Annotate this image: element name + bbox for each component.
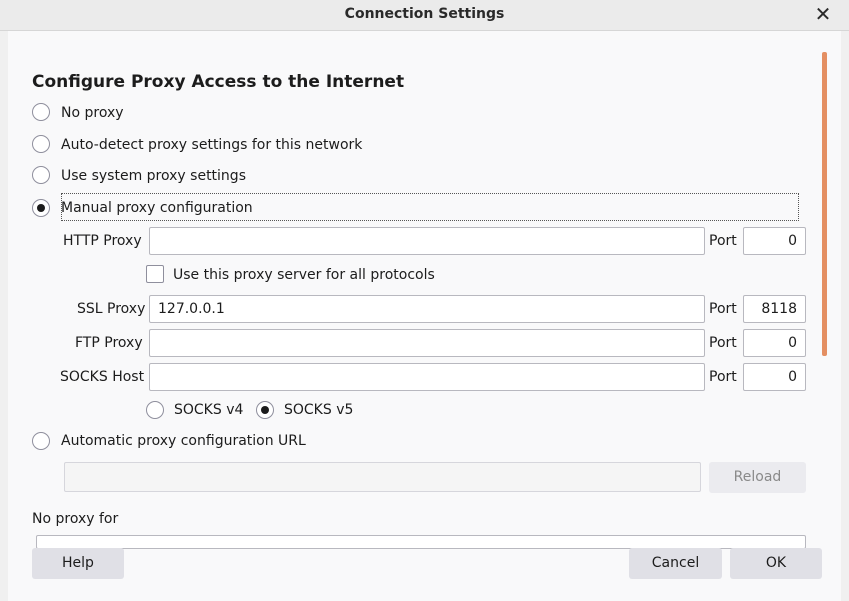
radio-manual-proxy[interactable]	[32, 199, 50, 217]
section-heading: Configure Proxy Access to the Internet	[32, 72, 405, 92]
ssl-proxy-label: SSL Proxy	[77, 301, 146, 317]
socks-host-input[interactable]	[149, 363, 705, 391]
help-button[interactable]: Help	[32, 548, 124, 579]
use-for-all-checkbox[interactable]	[146, 265, 164, 283]
ok-button[interactable]: OK	[730, 548, 822, 579]
no-proxy-for-label: No proxy for	[32, 511, 119, 527]
radio-auto-detect[interactable]	[32, 135, 50, 153]
auto-detect-label: Auto-detect proxy settings for this netw…	[61, 137, 363, 153]
ftp-port-input[interactable]: 0	[743, 329, 806, 357]
radio-system-proxy[interactable]	[32, 166, 50, 184]
socks-port-input[interactable]: 0	[743, 363, 806, 391]
ftp-proxy-input[interactable]	[149, 329, 705, 357]
http-port-input[interactable]: 0	[743, 227, 806, 255]
radio-no-proxy[interactable]	[32, 103, 50, 121]
socks-port-label: Port	[709, 369, 737, 385]
auto-config-url-label: Automatic proxy configuration URL	[61, 433, 306, 449]
scrollbar-thumb[interactable]	[822, 52, 827, 356]
radio-auto-config-url[interactable]	[32, 432, 50, 450]
system-proxy-label: Use system proxy settings	[61, 168, 246, 184]
socks-host-label: SOCKS Host	[60, 369, 145, 385]
socks-v4-label: SOCKS v4	[174, 402, 244, 418]
cancel-button[interactable]: Cancel	[629, 548, 722, 579]
auto-config-url-input[interactable]	[64, 462, 701, 492]
socks-v5-label: SOCKS v5	[284, 402, 354, 418]
reload-button[interactable]: Reload	[709, 462, 806, 493]
ssl-proxy-input[interactable]: 127.0.0.1	[149, 295, 705, 323]
ssl-port-label: Port	[709, 301, 737, 317]
ftp-proxy-label: FTP Proxy	[75, 335, 143, 351]
title-bar: Connection Settings ✕	[0, 0, 849, 31]
radio-socks-v4[interactable]	[146, 401, 164, 419]
http-proxy-label: HTTP Proxy	[63, 233, 142, 249]
http-port-label: Port	[709, 233, 737, 249]
no-proxy-for-input[interactable]	[36, 535, 806, 549]
close-icon[interactable]: ✕	[812, 2, 834, 26]
manual-proxy-label: Manual proxy configuration	[61, 200, 253, 216]
ssl-port-input[interactable]: 8118	[743, 295, 806, 323]
no-proxy-label: No proxy	[61, 105, 124, 121]
ftp-port-label: Port	[709, 335, 737, 351]
http-proxy-input[interactable]	[149, 227, 705, 255]
use-for-all-label: Use this proxy server for all protocols	[173, 267, 435, 283]
window-title: Connection Settings	[344, 6, 505, 22]
radio-socks-v5[interactable]	[256, 401, 274, 419]
